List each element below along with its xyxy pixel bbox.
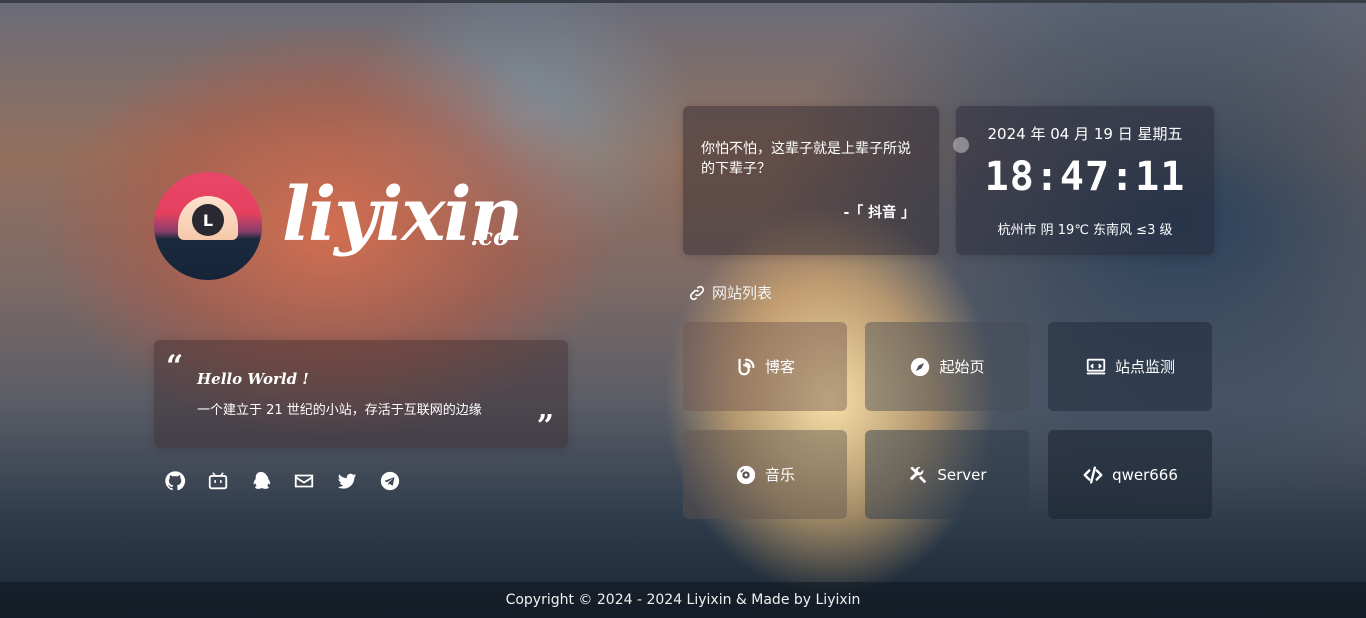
monitor-icon bbox=[1086, 358, 1106, 374]
site-card-label: Server bbox=[937, 465, 987, 484]
mail-icon[interactable] bbox=[293, 470, 315, 492]
top-border bbox=[0, 0, 1366, 3]
site-card-label: 音乐 bbox=[764, 466, 795, 484]
site-card-label: 站点监测 bbox=[1114, 358, 1175, 376]
site-list-title: 网站列表 bbox=[712, 284, 773, 302]
weather-info: 杭州市 阴 19℃ 东南风 ≤3 级 bbox=[997, 223, 1173, 238]
footer: Copyright © 2024 - 2024 Liyixin & Made b… bbox=[0, 582, 1366, 618]
current-date: 2024 年 04 月 19 日 星期五 bbox=[987, 125, 1183, 143]
site-card-music[interactable]: 音乐 bbox=[683, 430, 847, 519]
site-logo-avatar: L bbox=[154, 172, 262, 280]
hitokoto-source: -「 抖音 」 bbox=[843, 205, 915, 221]
site-card-label: qwer666 bbox=[1112, 465, 1178, 484]
current-time: 18:47:11 bbox=[984, 154, 1186, 200]
qq-icon[interactable] bbox=[250, 470, 272, 492]
close-quote-icon: ” bbox=[536, 409, 554, 444]
site-card-start-page[interactable]: 起始页 bbox=[865, 322, 1029, 411]
site-card-label: 起始页 bbox=[939, 358, 985, 376]
site-card-blog[interactable]: 博客 bbox=[683, 322, 847, 411]
intro-description: 一个建立于 21 世纪的小站，存活于互联网的边缘 bbox=[197, 403, 482, 418]
site-card-label: 博客 bbox=[764, 358, 795, 376]
twitter-icon[interactable] bbox=[336, 470, 358, 492]
avatar-letter: L bbox=[202, 210, 214, 230]
disc-icon bbox=[736, 465, 756, 484]
footer-copyright: Copyright © 2024 - 2024 Liyixin & Made b… bbox=[505, 592, 861, 608]
blog-icon bbox=[738, 358, 755, 375]
hitokoto-card[interactable]: 你怕不怕，这辈子就是上辈子所说的下辈子？ -「 抖音 」 bbox=[683, 106, 939, 255]
site-card-server[interactable]: Server bbox=[865, 430, 1029, 519]
github-icon[interactable] bbox=[164, 470, 186, 492]
code-icon bbox=[1083, 465, 1103, 484]
open-quote-icon: “ bbox=[166, 349, 184, 384]
site-domain-suffix: .co bbox=[470, 222, 509, 251]
site-card-qwer666[interactable]: qwer666 bbox=[1048, 430, 1212, 519]
bilibili-icon[interactable] bbox=[207, 470, 229, 492]
social-links bbox=[164, 470, 401, 492]
time-weather-card: 2024 年 04 月 19 日 星期五 18:47:11 杭州市 阴 19℃ … bbox=[953, 106, 1214, 255]
intro-title: Hello World ! bbox=[197, 370, 309, 388]
site-card-monitor[interactable]: 站点监测 bbox=[1048, 322, 1212, 411]
compass-icon bbox=[911, 357, 930, 376]
avatar-letter-badge: L bbox=[192, 204, 224, 236]
telegram-icon[interactable] bbox=[379, 470, 401, 492]
site-list-heading: 网站列表 bbox=[688, 282, 772, 303]
intro-card: “ Hello World ! 一个建立于 21 世纪的小站，存活于互联网的边缘… bbox=[154, 340, 568, 448]
link-icon bbox=[689, 285, 705, 300]
hitokoto-text: 你怕不怕，这辈子就是上辈子所说的下辈子？ bbox=[701, 141, 911, 177]
tools-icon bbox=[910, 466, 927, 483]
